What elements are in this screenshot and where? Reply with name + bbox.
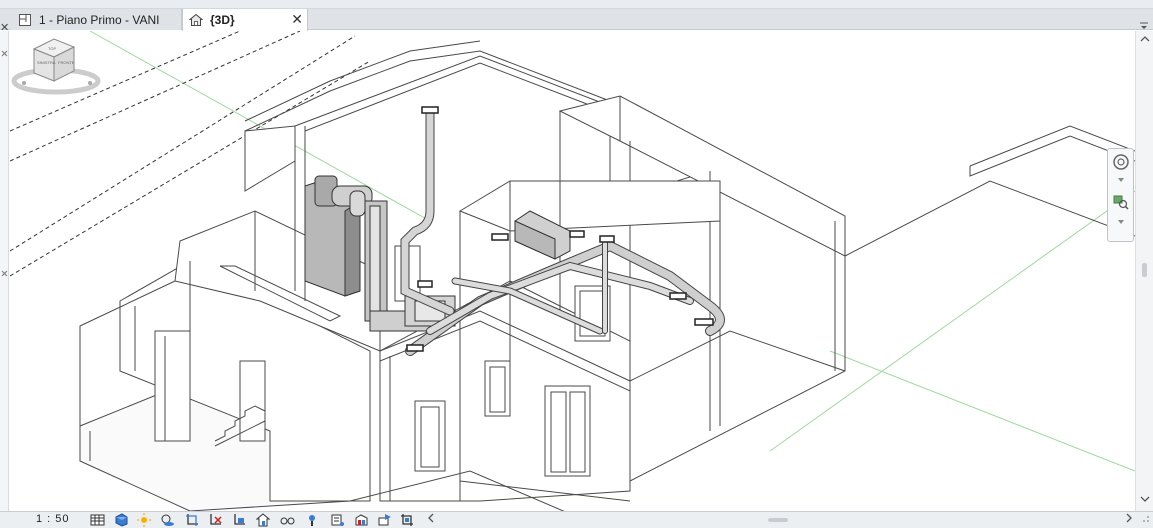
reveal-hidden-icon[interactable] xyxy=(280,513,295,527)
scrollbar-thumb[interactable] xyxy=(768,518,788,522)
tab-3d[interactable]: {3D} ✕ xyxy=(182,9,308,31)
window-top-strip xyxy=(0,0,1153,9)
show-analytical-model-icon[interactable] xyxy=(330,513,345,527)
worksharing-display-icon[interactable] xyxy=(400,513,415,527)
view-control-bar: 1 : 50 xyxy=(0,511,1153,528)
tab-piano-primo[interactable]: 1 - Piano Primo - VANI xyxy=(10,9,182,30)
3d-model-drawing xyxy=(10,31,1135,511)
scroll-down-icon[interactable] xyxy=(1136,493,1153,509)
crop-view-icon[interactable] xyxy=(185,513,200,527)
3d-viewport[interactable]: TOP SINISTRA FRONTE xyxy=(10,31,1135,511)
close-icon[interactable]: ✕ xyxy=(291,11,303,28)
vertical-scrollbar[interactable] xyxy=(1135,31,1153,511)
show-crop-region-icon[interactable] xyxy=(208,513,223,527)
scroll-up-icon[interactable] xyxy=(1136,33,1153,49)
viewcube-left-label: SINISTRA xyxy=(37,60,56,65)
tab-label: 1 - Piano Primo - VANI xyxy=(39,12,160,27)
viewcube-top-label: TOP xyxy=(48,46,56,51)
horizontal-scrollbar[interactable] xyxy=(425,512,1135,528)
reveal-constraints-icon[interactable] xyxy=(377,513,392,527)
revit-application: ✕ 1 - Piano Primo - VANI {3D} ✕ TOP SINI… xyxy=(0,0,1153,528)
zoom-icon[interactable] xyxy=(1112,193,1130,211)
navigation-bar xyxy=(1107,148,1134,242)
left-rail-marks xyxy=(1,50,8,277)
chevron-down-icon[interactable] xyxy=(1116,177,1126,183)
floor-plan-icon xyxy=(19,13,31,26)
sun-path-icon[interactable] xyxy=(137,513,152,527)
left-panel-edge[interactable] xyxy=(0,31,9,511)
scroll-right-icon[interactable] xyxy=(1123,512,1135,528)
chevron-down-icon[interactable] xyxy=(1116,219,1126,225)
highlight-displacement-icon[interactable] xyxy=(354,513,369,527)
visual-style-icon[interactable] xyxy=(114,513,129,527)
home-3d-icon xyxy=(189,13,203,26)
resize-grip-icon[interactable] xyxy=(1142,515,1150,525)
unlock-3d-view-icon[interactable] xyxy=(232,513,247,527)
detail-level-icon[interactable] xyxy=(90,513,105,527)
shadows-icon[interactable] xyxy=(160,513,175,527)
steering-wheel-icon[interactable] xyxy=(1112,153,1130,171)
view-scale[interactable]: 1 : 50 xyxy=(36,513,70,525)
scroll-left-icon[interactable] xyxy=(425,512,437,528)
temporary-view-properties-icon[interactable] xyxy=(305,513,320,527)
scrollbar-thumb[interactable] xyxy=(1142,263,1147,277)
temporary-hide-icon[interactable] xyxy=(256,513,271,527)
viewcube-front-label: FRONTE xyxy=(58,60,75,65)
tab-label: {3D} xyxy=(210,13,235,27)
view-tab-bar: ✕ 1 - Piano Primo - VANI {3D} ✕ xyxy=(0,9,1153,34)
viewcube[interactable]: TOP SINISTRA FRONTE xyxy=(10,31,102,97)
